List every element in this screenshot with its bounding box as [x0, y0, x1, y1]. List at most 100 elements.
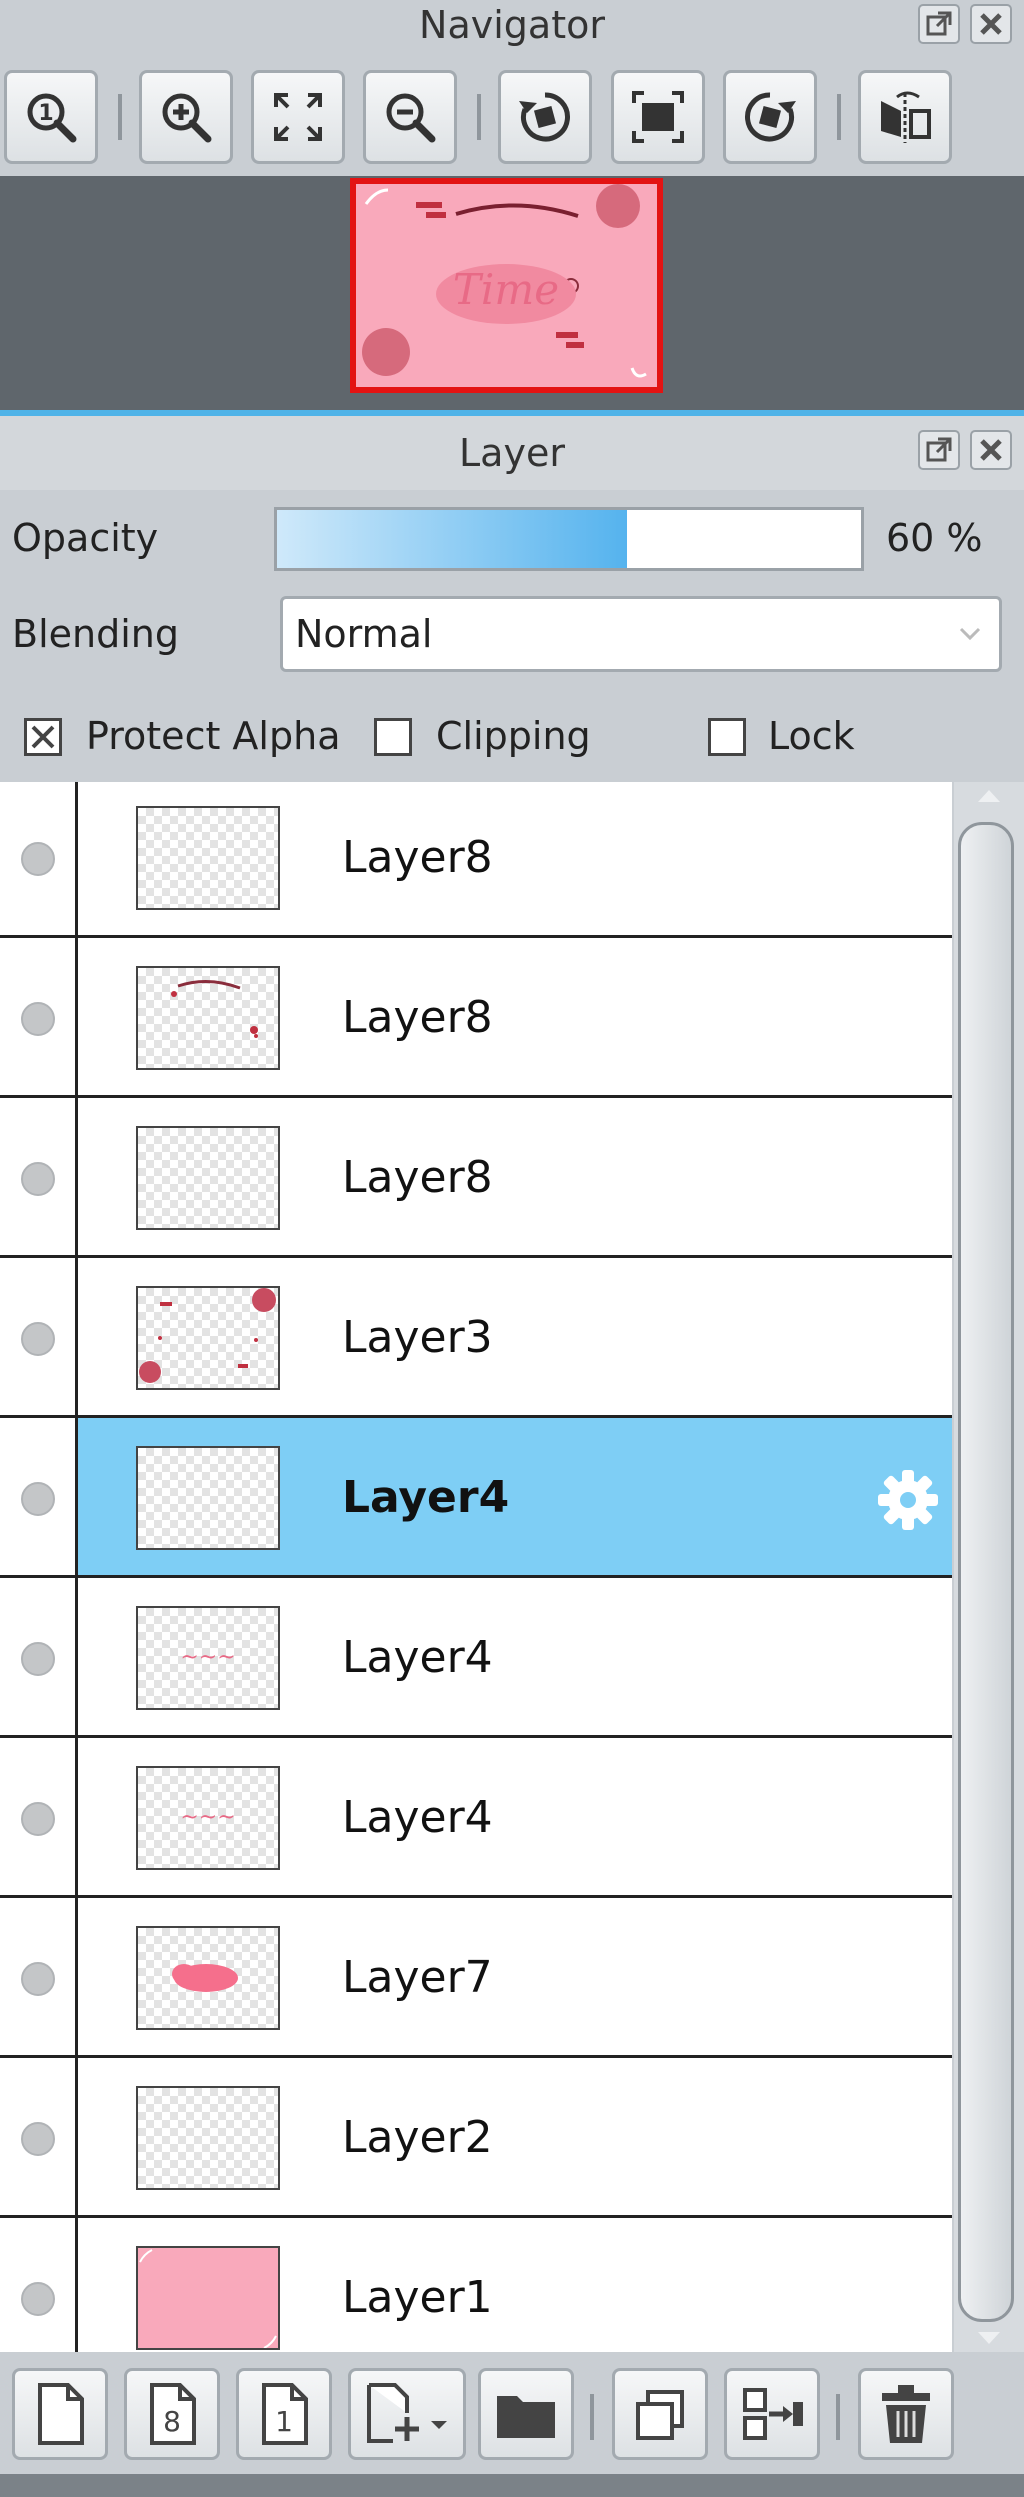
merge-icon	[743, 2388, 803, 2440]
page-plus-dropdown-icon	[367, 2383, 447, 2443]
scroll-up-icon	[978, 790, 1000, 802]
layer-row[interactable]: Layer8	[0, 782, 952, 938]
opacity-value: 60 %	[886, 516, 983, 560]
layer-name: Layer8	[342, 1152, 493, 1203]
visibility-toggle-icon[interactable]	[21, 1962, 55, 1996]
clipping-checkbox[interactable]	[374, 718, 412, 756]
zoom-out-button[interactable]	[363, 70, 457, 164]
page-8-label: 8	[163, 2405, 181, 2438]
rotate-left-button[interactable]	[498, 70, 592, 164]
flip-icon	[881, 91, 931, 143]
layer-thumbnail	[136, 2086, 280, 2190]
navigator-canvas-thumbnail[interactable]: Time	[350, 178, 663, 393]
visibility-toggle-icon[interactable]	[21, 1002, 55, 1036]
blending-select[interactable]: Normal	[280, 596, 1002, 672]
new-8bit-layer-button[interactable]: 8	[124, 2368, 220, 2460]
rotate-right-button[interactable]	[723, 70, 817, 164]
layer-visibility-cell	[0, 1258, 78, 1415]
layer-row[interactable]: Layer8	[0, 1098, 952, 1258]
navigator-float-button[interactable]	[918, 4, 960, 44]
opacity-slider[interactable]	[274, 507, 864, 571]
flip-horizontal-button[interactable]	[858, 70, 952, 164]
new-layer-button[interactable]	[12, 2368, 108, 2460]
svg-text:~~~: ~~~	[180, 1805, 235, 1830]
visibility-toggle-icon[interactable]	[21, 842, 55, 876]
zoom-actual-button[interactable]: 1	[4, 70, 98, 164]
layer-row[interactable]: Layer3	[0, 1258, 952, 1418]
layer-visibility-cell	[0, 938, 78, 1095]
layer-row[interactable]: Layer2	[0, 2058, 952, 2218]
new-1bit-layer-button[interactable]: 1	[236, 2368, 332, 2460]
layer-visibility-cell	[0, 1418, 78, 1575]
duplicate-layer-button[interactable]	[612, 2368, 708, 2460]
page-8-icon: 8	[150, 2383, 196, 2445]
toolbar-separator	[477, 94, 481, 140]
layer-row-content: Layer4	[78, 1418, 952, 1575]
toolbar-separator	[118, 94, 122, 140]
navigator-title: Navigator	[419, 3, 605, 47]
svg-text:~~~: ~~~	[180, 1645, 235, 1670]
close-icon	[980, 439, 1002, 461]
clipping-label: Clipping	[436, 714, 591, 758]
lock-label: Lock	[768, 714, 855, 758]
rotate-left-icon	[519, 92, 570, 142]
layer-scrollbar-thumb[interactable]	[958, 822, 1014, 2322]
duplicate-icon	[636, 2390, 684, 2440]
new-folder-button[interactable]	[478, 2368, 574, 2460]
close-icon	[980, 13, 1002, 35]
visibility-toggle-icon[interactable]	[21, 1802, 55, 1836]
layer-row-content: Layer8	[78, 938, 952, 1095]
layer-name: Layer7	[342, 1952, 493, 2003]
layer-visibility-cell	[0, 2058, 78, 2215]
fit-window-button[interactable]	[251, 70, 345, 164]
svg-text:1: 1	[38, 101, 53, 126]
layer-name: Layer3	[342, 1312, 493, 1363]
layer-name: Layer4	[342, 1632, 493, 1683]
popout-icon	[926, 437, 952, 462]
protect-alpha-checkbox[interactable]	[24, 718, 62, 756]
layer-row[interactable]: ~~~ Layer4	[0, 1578, 952, 1738]
visibility-toggle-icon[interactable]	[21, 1642, 55, 1676]
layer-close-button[interactable]	[970, 430, 1012, 470]
toolbar-separator	[837, 94, 841, 140]
zoom-in-button[interactable]	[139, 70, 233, 164]
layer-visibility-cell	[0, 782, 78, 935]
blending-label: Blending	[12, 612, 179, 656]
layer-row[interactable]: Layer1	[0, 2218, 952, 2352]
fit-icon	[274, 93, 322, 141]
visibility-toggle-icon[interactable]	[21, 1162, 55, 1196]
layer-row-content: Layer8	[78, 1098, 952, 1255]
delete-layer-button[interactable]	[858, 2368, 954, 2460]
layer-thumbnail	[136, 1926, 280, 2030]
zoom-1-icon: 1	[27, 93, 77, 143]
visibility-toggle-icon[interactable]	[21, 1482, 55, 1516]
layer-float-button[interactable]	[918, 430, 960, 470]
popout-icon	[926, 11, 952, 36]
layer-thumbnail: ~~~	[136, 1766, 280, 1870]
layer-visibility-cell	[0, 2218, 78, 2352]
layer-visibility-cell	[0, 1578, 78, 1735]
opacity-label: Opacity	[12, 516, 159, 560]
merge-down-button[interactable]	[724, 2368, 820, 2460]
toolbar-separator	[836, 2394, 840, 2440]
add-layer-menu-button[interactable]	[348, 2368, 466, 2460]
layer-row[interactable]: Layer8	[0, 938, 952, 1098]
layer-name: Layer4	[342, 1792, 493, 1843]
layer-row[interactable]: Layer7	[0, 1898, 952, 2058]
visibility-toggle-icon[interactable]	[21, 2282, 55, 2316]
layer-row[interactable]: ~~~ Layer4	[0, 1738, 952, 1898]
layer-name: Layer4	[342, 1472, 510, 1523]
layer-name: Layer8	[342, 992, 493, 1043]
layer-thumbnail	[136, 1446, 280, 1550]
visibility-toggle-icon[interactable]	[21, 1322, 55, 1356]
visibility-toggle-icon[interactable]	[21, 2122, 55, 2156]
reset-rotation-icon	[632, 91, 684, 143]
gear-icon[interactable]	[876, 1468, 940, 1532]
layer-row[interactable]: Layer4	[0, 1418, 952, 1578]
reset-rotation-button[interactable]	[611, 70, 705, 164]
toolbar-separator	[590, 2394, 594, 2440]
blending-value: Normal	[295, 612, 433, 656]
navigator-close-button[interactable]	[970, 4, 1012, 44]
lock-checkbox[interactable]	[708, 718, 746, 756]
layer-thumbnail: ~~~	[136, 1606, 280, 1710]
